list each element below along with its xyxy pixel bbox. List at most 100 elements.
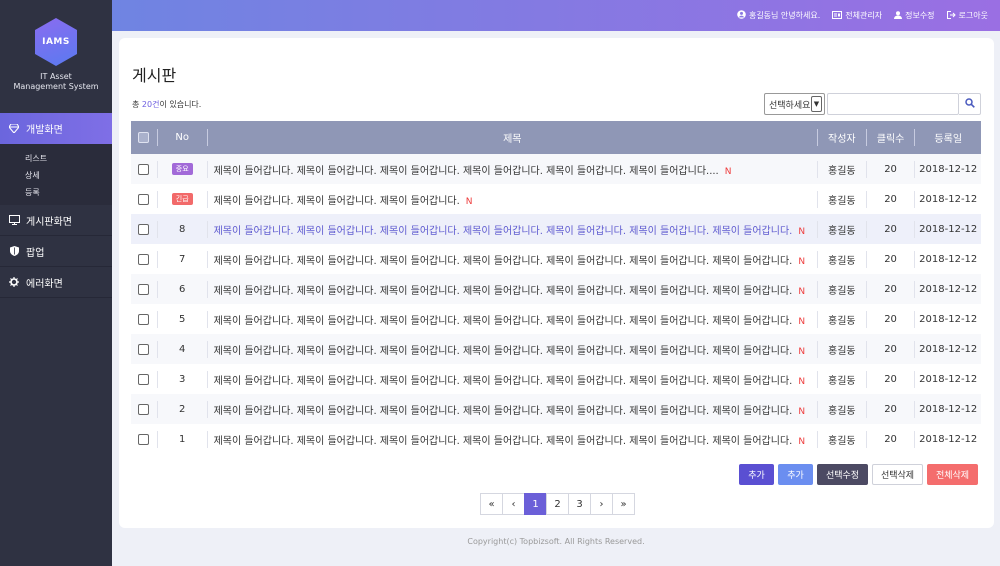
row-checkbox-cell <box>131 343 157 355</box>
search-button[interactable] <box>959 93 981 115</box>
table-row[interactable]: 5 제목이 들어갑니다. 제목이 들어갑니다. 제목이 들어갑니다. 제목이 들어… <box>131 304 981 334</box>
logout-link[interactable]: 로그아웃 <box>946 10 988 21</box>
row-author: 홍길동 <box>828 165 856 177</box>
footer: Copyright(c) Topbizsoft. All Rights Rese… <box>467 537 645 546</box>
edit-info-link[interactable]: 정보수정 <box>894 10 935 21</box>
new-badge: N <box>798 406 806 417</box>
add-button[interactable]: 추가 <box>739 464 774 485</box>
row-title[interactable]: 제목이 들어갑니다. 제목이 들어갑니다. 제목이 들어갑니다. 제목이 들어갑… <box>208 342 817 357</box>
diamond-icon <box>8 123 20 135</box>
table-row[interactable]: 3 제목이 들어갑니다. 제목이 들어갑니다. 제목이 들어갑니다. 제목이 들어… <box>131 364 981 394</box>
row-title-text[interactable]: 제목이 들어갑니다. 제목이 들어갑니다. 제목이 들어갑니다. 제목이 들어갑… <box>214 166 719 177</box>
header-author: 작성자 <box>828 134 856 145</box>
sidebar-item-error[interactable]: 에러화면 <box>0 267 112 298</box>
row-checkbox[interactable] <box>138 283 150 295</box>
prev-page-button[interactable]: ‹ <box>502 493 525 515</box>
row-author: 홍길동 <box>828 345 856 357</box>
row-checkbox-cell <box>131 403 157 415</box>
row-author: 홍길동 <box>828 315 856 327</box>
row-title[interactable]: 제목이 들어갑니다. 제목이 들어갑니다. 제목이 들어갑니다. N <box>208 192 817 207</box>
row-title-text[interactable]: 제목이 들어갑니다. 제목이 들어갑니다. 제목이 들어갑니다. 제목이 들어갑… <box>214 346 793 357</box>
row-date: 2018-12-12 <box>919 343 978 355</box>
row-checkbox-cell <box>131 313 157 325</box>
row-checkbox[interactable] <box>138 163 150 175</box>
next-page-button[interactable]: › <box>590 493 613 515</box>
page-2-button[interactable]: 2 <box>546 493 569 515</box>
row-title[interactable]: 제목이 들어갑니다. 제목이 들어갑니다. 제목이 들어갑니다. 제목이 들어갑… <box>208 252 817 267</box>
row-title-text[interactable]: 제목이 들어갑니다. 제목이 들어갑니다. 제목이 들어갑니다. 제목이 들어갑… <box>214 436 793 447</box>
row-checkbox-cell <box>131 283 157 295</box>
table-row[interactable]: 6 제목이 들어갑니다. 제목이 들어갑니다. 제목이 들어갑니다. 제목이 들어… <box>131 274 981 304</box>
row-title-text[interactable]: 제목이 들어갑니다. 제목이 들어갑니다. 제목이 들어갑니다. 제목이 들어갑… <box>214 316 793 327</box>
sidebar-item-dev[interactable]: 개발화면 <box>0 113 112 144</box>
table-row[interactable]: 긴급 제목이 들어갑니다. 제목이 들어갑니다. 제목이 들어갑니다. N 홍길동 20… <box>131 184 981 214</box>
table-row[interactable]: 4 제목이 들어갑니다. 제목이 들어갑니다. 제목이 들어갑니다. 제목이 들어… <box>131 334 981 364</box>
row-checkbox[interactable] <box>138 433 150 445</box>
table-row[interactable]: 1 제목이 들어갑니다. 제목이 들어갑니다. 제목이 들어갑니다. 제목이 들어… <box>131 424 981 454</box>
logo[interactable]: IAMS <box>35 18 77 66</box>
sidebar-item-label: 게시판화면 <box>26 216 72 228</box>
row-title[interactable]: 제목이 들어갑니다. 제목이 들어갑니다. 제목이 들어갑니다. 제목이 들어갑… <box>208 162 817 177</box>
submenu-item-register[interactable]: 등록 <box>0 184 112 201</box>
submenu-item-list[interactable]: 리스트 <box>0 150 112 167</box>
admin-link[interactable]: 전체관리자 <box>832 10 882 21</box>
table-row[interactable]: 중요 제목이 들어갑니다. 제목이 들어갑니다. 제목이 들어갑니다. 제목이 들… <box>131 154 981 184</box>
page-title: 게시판 <box>132 66 177 85</box>
last-page-button[interactable]: » <box>612 493 635 515</box>
delete-selected-button[interactable]: 선택삭제 <box>872 464 923 485</box>
row-checkbox[interactable] <box>138 193 150 205</box>
table-row[interactable]: 8 제목이 들어갑니다. 제목이 들어갑니다. 제목이 들어갑니다. 제목이 들어… <box>131 214 981 244</box>
table-row[interactable]: 2 제목이 들어갑니다. 제목이 들어갑니다. 제목이 들어갑니다. 제목이 들어… <box>131 394 981 424</box>
sidebar-item-board[interactable]: 게시판화면 <box>0 205 112 236</box>
row-title[interactable]: 제목이 들어갑니다. 제목이 들어갑니다. 제목이 들어갑니다. 제목이 들어갑… <box>208 222 817 237</box>
row-checkbox[interactable] <box>138 403 150 415</box>
pagination: « ‹ 1 2 3 › » <box>480 493 635 515</box>
row-checkbox-cell <box>131 433 157 445</box>
user-greeting[interactable]: 홍길동님 안녕하세요. <box>737 10 820 21</box>
sidebar-item-popup[interactable]: 팝업 <box>0 236 112 267</box>
row-title[interactable]: 제목이 들어갑니다. 제목이 들어갑니다. 제목이 들어갑니다. 제목이 들어갑… <box>208 282 817 297</box>
row-no: 5 <box>179 313 186 325</box>
row-title[interactable]: 제목이 들어갑니다. 제목이 들어갑니다. 제목이 들어갑니다. 제목이 들어갑… <box>208 402 817 417</box>
row-title-text[interactable]: 제목이 들어갑니다. 제목이 들어갑니다. 제목이 들어갑니다. <box>214 196 460 207</box>
submenu-item-detail[interactable]: 상세 <box>0 167 112 184</box>
row-date: 2018-12-12 <box>919 403 978 415</box>
row-title-text[interactable]: 제목이 들어갑니다. 제목이 들어갑니다. 제목이 들어갑니다. 제목이 들어갑… <box>214 256 793 267</box>
row-no: 긴급 <box>158 193 207 205</box>
id-card-icon <box>832 10 843 21</box>
row-clicks: 20 <box>884 343 897 355</box>
chevron-down-icon: ▼ <box>811 96 822 112</box>
page-3-button[interactable]: 3 <box>568 493 591 515</box>
main-card: 게시판 총 20건이 있습니다. 선택하세요 ▼ No 제목 작성자 클릭수 등… <box>119 38 994 528</box>
delete-all-button[interactable]: 전체삭제 <box>927 464 978 485</box>
select-value: 선택하세요 <box>769 100 811 111</box>
user-icon <box>737 10 746 21</box>
row-clicks: 20 <box>884 253 897 265</box>
row-checkbox[interactable] <box>138 253 150 265</box>
row-checkbox[interactable] <box>138 313 150 325</box>
row-checkbox-cell <box>131 163 157 175</box>
row-clicks: 20 <box>884 313 897 325</box>
page-1-button[interactable]: 1 <box>524 493 547 515</box>
row-title[interactable]: 제목이 들어갑니다. 제목이 들어갑니다. 제목이 들어갑니다. 제목이 들어갑… <box>208 312 817 327</box>
row-title[interactable]: 제목이 들어갑니다. 제목이 들어갑니다. 제목이 들어갑니다. 제목이 들어갑… <box>208 372 817 387</box>
row-title-text[interactable]: 제목이 들어갑니다. 제목이 들어갑니다. 제목이 들어갑니다. 제목이 들어갑… <box>214 406 793 417</box>
row-title-text[interactable]: 제목이 들어갑니다. 제목이 들어갑니다. 제목이 들어갑니다. 제목이 들어갑… <box>214 226 793 237</box>
row-checkbox[interactable] <box>138 373 150 385</box>
search-type-select[interactable]: 선택하세요 ▼ <box>764 93 825 115</box>
header-title: 제목 <box>503 134 522 145</box>
row-checkbox[interactable] <box>138 343 150 355</box>
add-button-secondary[interactable]: 추가 <box>778 464 813 485</box>
edit-selected-button[interactable]: 선택수정 <box>817 464 868 485</box>
table-row[interactable]: 7 제목이 들어갑니다. 제목이 들어갑니다. 제목이 들어갑니다. 제목이 들어… <box>131 244 981 274</box>
header-clicks: 클릭수 <box>876 134 905 145</box>
search-input[interactable] <box>827 93 959 115</box>
row-title-text[interactable]: 제목이 들어갑니다. 제목이 들어갑니다. 제목이 들어갑니다. 제목이 들어갑… <box>214 286 793 297</box>
row-title-text[interactable]: 제목이 들어갑니다. 제목이 들어갑니다. 제목이 들어갑니다. 제목이 들어갑… <box>214 376 793 387</box>
row-checkbox[interactable] <box>138 223 150 235</box>
row-title[interactable]: 제목이 들어갑니다. 제목이 들어갑니다. 제목이 들어갑니다. 제목이 들어갑… <box>208 432 817 447</box>
select-all-checkbox[interactable] <box>138 132 150 143</box>
first-page-button[interactable]: « <box>480 493 503 515</box>
submenu: 리스트 상세 등록 <box>0 144 112 205</box>
greeting-text: 홍길동님 안녕하세요. <box>748 11 821 20</box>
